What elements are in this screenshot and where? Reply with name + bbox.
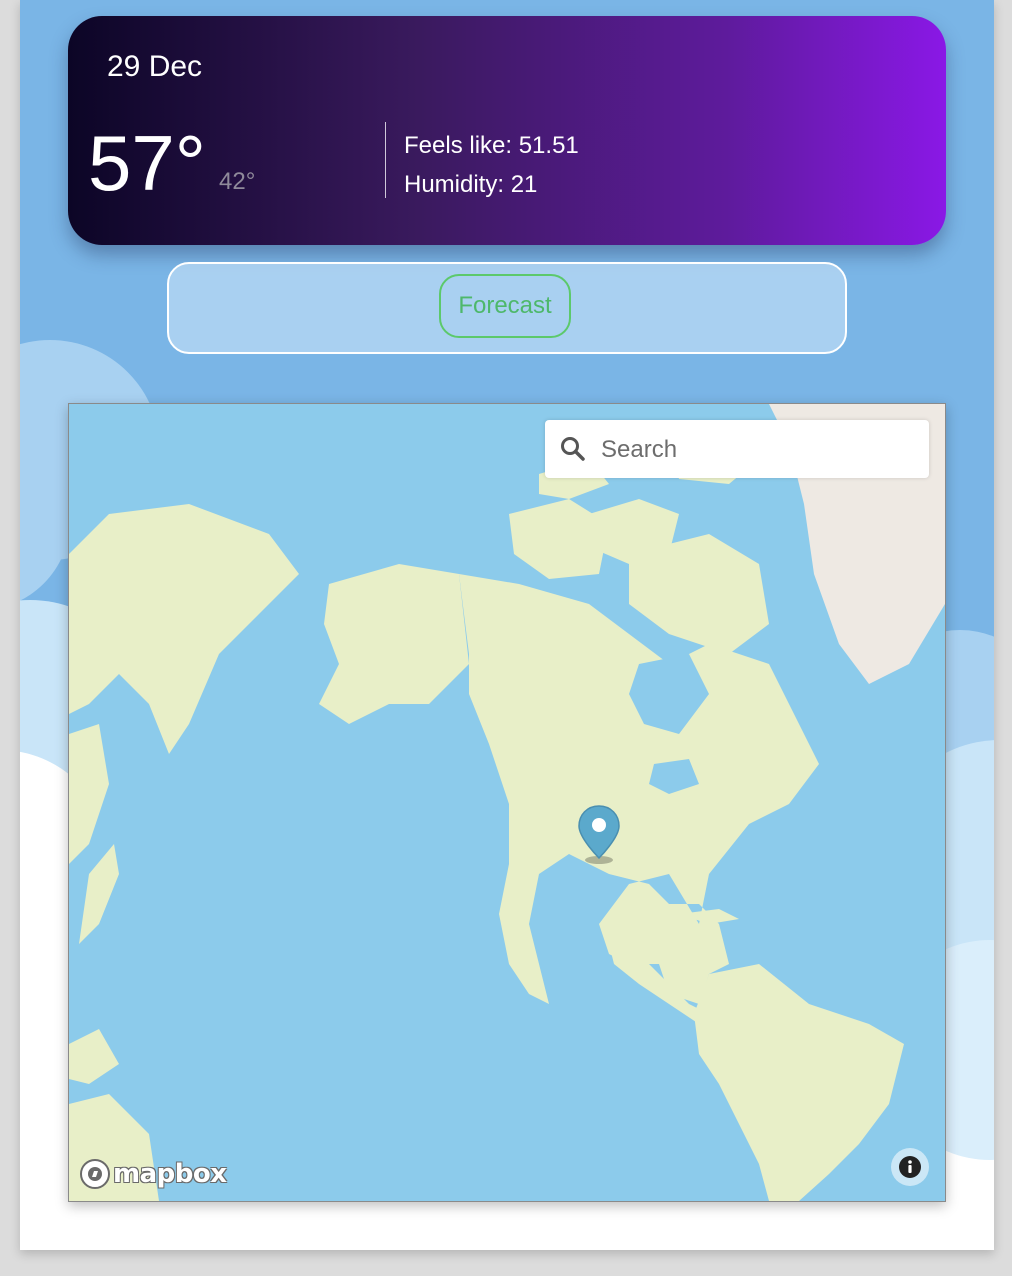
- map-view[interactable]: mapbox: [68, 403, 946, 1202]
- mapbox-logo[interactable]: mapbox: [79, 1156, 227, 1192]
- low-temperature: 42°: [219, 168, 256, 195]
- mapbox-logo-text: mapbox: [113, 1159, 227, 1189]
- search-icon: [561, 437, 585, 461]
- current-temperature: 57°: [88, 119, 206, 207]
- weather-details: Feels like: 51.51 Humidity: 21: [404, 126, 579, 204]
- feels-like-text: Feels like: 51.51: [404, 132, 579, 159]
- attribution-button[interactable]: [891, 1148, 929, 1186]
- mapbox-logo-icon: [80, 1159, 110, 1189]
- humidity-text: Humidity: 21: [404, 171, 538, 198]
- map-search-box: [545, 420, 929, 480]
- info-icon: [899, 1156, 921, 1178]
- current-date: 29 Dec: [107, 50, 203, 83]
- forecast-tab-bar: Forecast: [167, 262, 847, 354]
- weather-app-page: 29 Dec 57° 42° Feels like: 51.51 Humidit…: [20, 0, 994, 1250]
- card-divider: [385, 122, 386, 198]
- current-weather-card: 29 Dec 57° 42° Feels like: 51.51 Humidit…: [68, 16, 946, 245]
- search-input[interactable]: [599, 420, 923, 480]
- world-map[interactable]: [69, 404, 945, 1201]
- forecast-button[interactable]: Forecast: [439, 274, 571, 338]
- map-pin-icon[interactable]: [575, 804, 623, 868]
